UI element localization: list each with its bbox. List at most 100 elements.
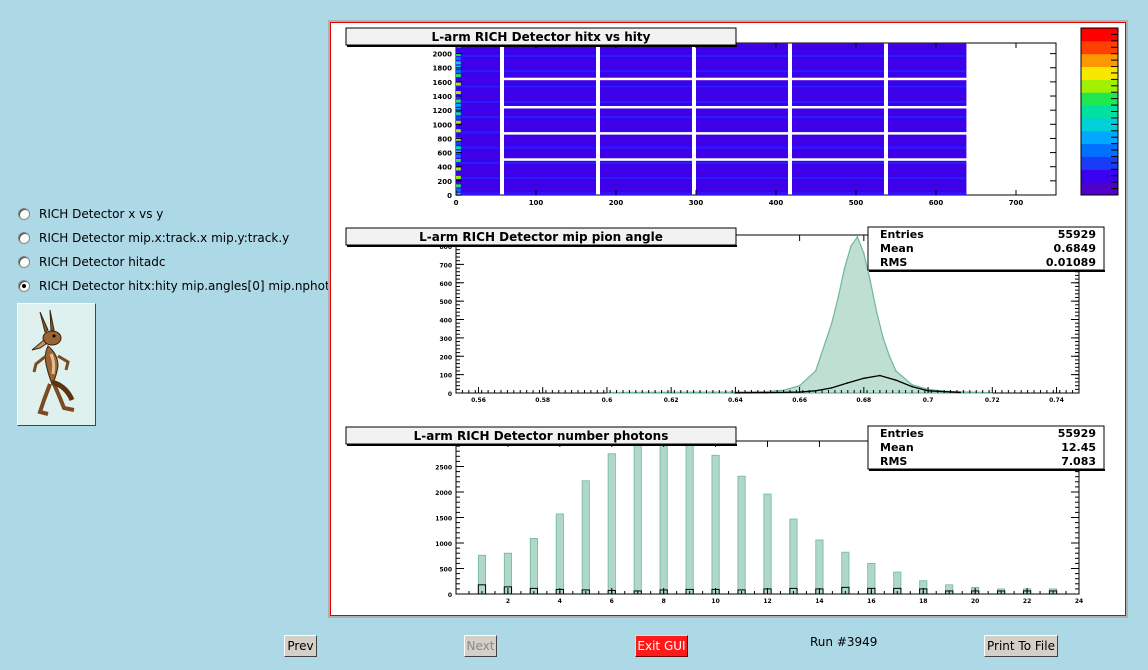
x-tick-label: 20: [971, 598, 979, 605]
heatmap-hot-cell: [456, 86, 461, 90]
series-0-bar: [763, 493, 772, 595]
next-button[interactable]: Next: [464, 635, 497, 657]
radio-option-x-vs-y[interactable]: RICH Detector x vs y: [18, 205, 163, 223]
radio-label: RICH Detector hitadc: [39, 255, 166, 269]
y-tick-label: 0: [448, 592, 452, 599]
heatmap-stripe: [696, 141, 788, 144]
plots-svg: 0 100 200 300 400 500 600 700020040060080010001…: [345, 27, 1119, 605]
y-tick-label: 1200: [433, 107, 453, 115]
heatmap-stripe: [696, 75, 788, 78]
heatmap-stripe: [792, 172, 884, 175]
heatmap-stripe: [600, 167, 692, 170]
heatmap-stripe: [792, 151, 884, 154]
series-1-point: [830, 387, 833, 389]
heatmap-gap: [500, 105, 967, 109]
heatmap-stripe: [792, 65, 884, 68]
heatmap-stripe: [600, 111, 692, 114]
x-tick-label: 0.58: [535, 397, 550, 404]
series-0-bar: [555, 513, 564, 595]
stats-rms-label: RMS: [880, 455, 907, 468]
y-tick-label: 1000: [435, 541, 452, 548]
print-to-file-button[interactable]: Print To File: [984, 635, 1058, 657]
heatmap-stripe: [456, 75, 500, 78]
radio-option-mip-track[interactable]: RICH Detector mip.x:track.x mip.y:track.…: [18, 229, 289, 247]
x-tick-label: 500: [849, 199, 864, 207]
radio-button-selected[interactable]: [18, 280, 30, 292]
radio-option-hitx-hity[interactable]: RICH Detector hitx:hity mip.angles[0] mi…: [18, 277, 347, 295]
heatmap-stripe: [600, 60, 692, 63]
heatmap-hot-cell: [456, 103, 461, 107]
series-1-point: [846, 382, 849, 384]
x-tick-label: 600: [929, 199, 944, 207]
y-tick-label: 0: [448, 391, 452, 398]
heatmap-hot-cell: [456, 99, 461, 103]
prev-button[interactable]: Prev: [284, 635, 317, 657]
heatmap-stripe: [888, 177, 967, 180]
y-tick-label: 200: [437, 178, 452, 186]
series-0-point: [888, 355, 891, 358]
series-1-point: [863, 377, 865, 380]
y-tick-label: 2500: [435, 465, 452, 472]
heatmap-stripe: [792, 100, 884, 103]
radio-button[interactable]: [18, 256, 30, 268]
heatmap-stripe: [600, 85, 692, 88]
heatmap-stripe: [888, 70, 967, 73]
heatmap-stripe: [600, 75, 692, 78]
heatmap-stripe: [888, 141, 967, 144]
heatmap-hot-cell: [456, 116, 461, 120]
heatmap-stripe: [696, 167, 788, 170]
heatmap-stripe: [888, 95, 967, 98]
heatmap-stripe: [696, 121, 788, 124]
heatmap-stripe: [600, 95, 692, 98]
heatmap-stripe: [504, 177, 596, 180]
heatmap-hot-cell: [456, 133, 461, 137]
heatmap-stripe: [456, 187, 500, 190]
series-0-bar: [529, 538, 538, 595]
heatmap-hot-cell: [456, 48, 461, 52]
heatmap-stripe: [696, 126, 788, 129]
y-tick-label: 400: [439, 318, 452, 325]
heatmap-stripe: [456, 105, 500, 108]
heatmap-stripe: [504, 49, 596, 52]
x-tick-label: 4: [558, 598, 562, 605]
heatmap-stripe: [888, 136, 967, 139]
y-tick-label: 500: [439, 567, 452, 574]
heatmap-stripe: [456, 121, 500, 124]
coyote-picture-button[interactable]: [17, 303, 96, 426]
x-tick-label: 18: [919, 598, 927, 605]
heatmap-stripe: [696, 65, 788, 68]
heatmap-hot-cell: [456, 175, 461, 179]
exit-gui-button[interactable]: Exit GUI: [635, 635, 688, 657]
series-0-bar: [659, 440, 668, 595]
stats-entries-label: Entries: [880, 228, 924, 241]
x-tick-label: 0.64: [728, 397, 743, 404]
heatmap-stripe: [792, 44, 884, 47]
heatmap-stripe: [792, 80, 884, 83]
x-tick-label: 0.56: [471, 397, 486, 404]
radio-option-hitadc[interactable]: RICH Detector hitadc: [18, 253, 165, 271]
radio-button[interactable]: [18, 232, 30, 244]
stats-rms-value: 7.083: [1061, 455, 1096, 468]
heatmap-hot-cell: [456, 167, 461, 171]
heatmap-stripe: [888, 65, 967, 68]
heatmap-stripe: [456, 111, 500, 114]
y-tick-label: 600: [439, 281, 452, 288]
canvas-frame: 0 100 200 300 400 500 600 700 0 200 400 600 800 1000 1…: [330, 22, 1126, 616]
radio-button[interactable]: [18, 208, 30, 220]
heatmap-stripe: [792, 111, 884, 114]
x-tick-label: 6: [610, 598, 614, 605]
x-tick-label: 22: [1023, 598, 1031, 605]
heatmap-stripe: [504, 167, 596, 170]
heatmap-stripe: [504, 100, 596, 103]
heatmap-stripe: [456, 95, 500, 98]
heatmap-stripe: [504, 151, 596, 154]
heatmap-stripe: [456, 172, 500, 175]
heatmap-stripe: [600, 172, 692, 175]
y-tick-label: 1400: [433, 93, 453, 101]
y-tick-label: 2000: [435, 490, 452, 497]
heatmap-stripe: [888, 49, 967, 52]
heatmap-stripe: [600, 182, 692, 185]
heatmap-stripe: [792, 161, 884, 164]
series-1-point: [879, 374, 881, 377]
heatmap-stripe: [504, 95, 596, 98]
